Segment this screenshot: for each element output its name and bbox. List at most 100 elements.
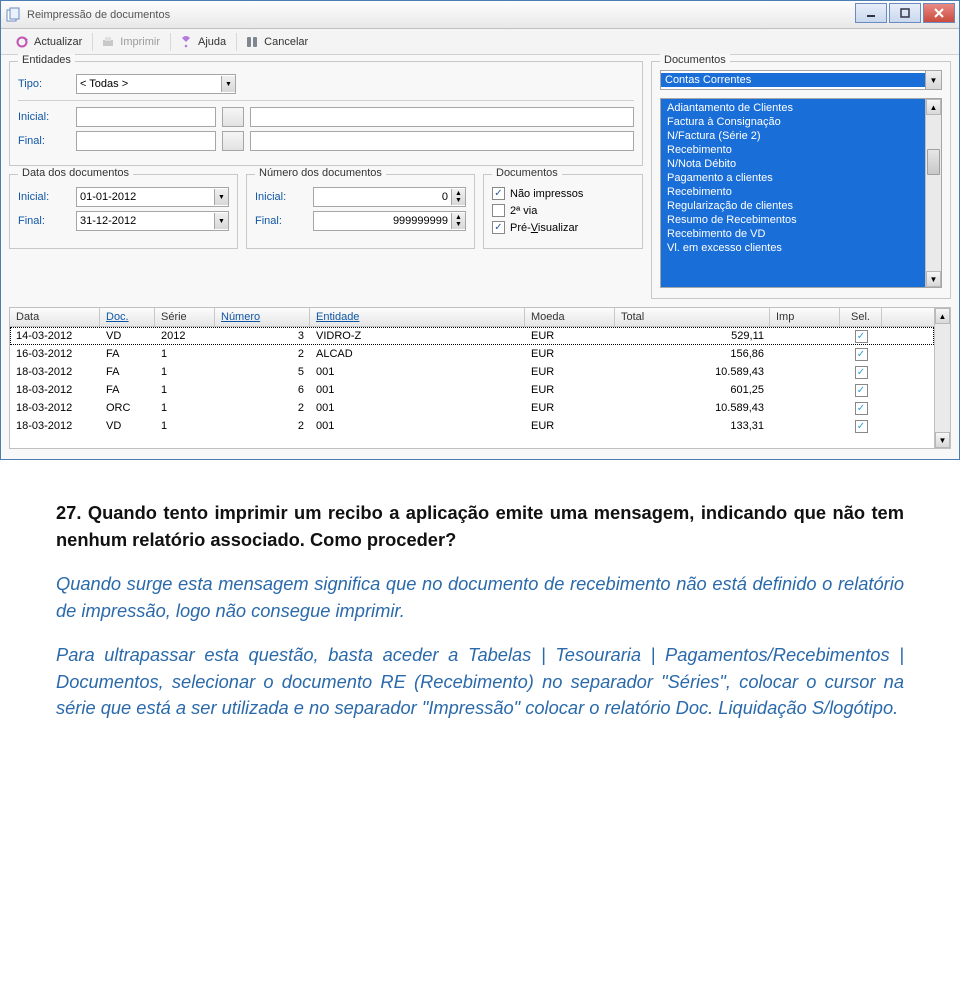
- tipo-combo[interactable]: < Todas > ▼: [76, 74, 236, 94]
- list-item[interactable]: Recebimento de VD: [661, 227, 925, 241]
- docs-opts-fieldset: Documentos ✓ Não impressos 2ª via ✓ Pré-…: [483, 174, 643, 249]
- checkbox-icon: ✓: [855, 384, 868, 397]
- article-text: 27. Quando tento imprimir um recibo a ap…: [0, 460, 960, 770]
- col-imp[interactable]: Imp: [770, 308, 840, 326]
- scroll-up-icon[interactable]: ▲: [935, 308, 950, 324]
- data-inicial-value: 01-01-2012: [80, 191, 136, 203]
- data-final-value: 31-12-2012: [80, 215, 136, 227]
- list-item[interactable]: Recebimento: [661, 185, 925, 199]
- scroll-up-icon[interactable]: ▲: [926, 99, 941, 115]
- window-title: Reimpressão de documentos: [27, 9, 170, 21]
- checkbox-icon: ✓: [492, 187, 505, 200]
- refresh-icon: [15, 35, 29, 49]
- col-data[interactable]: Data: [10, 308, 100, 326]
- refresh-label: Actualizar: [34, 36, 82, 48]
- checkbox-icon: ✓: [855, 330, 868, 343]
- documentos-legend: Documentos: [660, 54, 730, 66]
- refresh-button[interactable]: Actualizar: [7, 33, 90, 51]
- minimize-button[interactable]: [855, 3, 887, 23]
- spinner-arrows-icon: ▲▼: [451, 213, 465, 229]
- results-table: Data Doc. Série Número Entidade Moeda To…: [9, 307, 951, 449]
- printer-icon: [101, 35, 115, 49]
- list-item[interactable]: Recebimento: [661, 143, 925, 157]
- col-moeda[interactable]: Moeda: [525, 308, 615, 326]
- maximize-button[interactable]: [889, 3, 921, 23]
- scrollbar[interactable]: ▲ ▼: [925, 99, 941, 287]
- pre-visualizar-check[interactable]: ✓ Pré-Visualizar: [492, 221, 634, 234]
- data-inicial-input[interactable]: 01-01-2012 ▼: [76, 187, 229, 207]
- tipo-label: Tipo:: [18, 78, 70, 90]
- table-row[interactable]: 18-03-2012FA16001EUR601,25✓: [10, 381, 934, 399]
- num-final-spinner[interactable]: 999999999 ▲▼: [313, 211, 466, 231]
- titlebar: Reimpressão de documentos: [1, 1, 959, 29]
- segunda-via-check[interactable]: 2ª via: [492, 204, 634, 217]
- chevron-down-icon: ▼: [214, 213, 228, 229]
- list-item[interactable]: Pagamento a clientes: [661, 171, 925, 185]
- app-icon: [5, 7, 21, 23]
- entidades-fieldset: Entidades Tipo: < Todas > ▼ Inicial:: [9, 61, 643, 166]
- num-docs-fieldset: Número dos documentos Inicial: 0 ▲▼ Fina…: [246, 174, 475, 249]
- list-item[interactable]: Factura à Consignação: [661, 115, 925, 129]
- data-final-label: Final:: [18, 215, 70, 227]
- spinner-arrows-icon: ▲▼: [451, 189, 465, 205]
- help-label: Ajuda: [198, 36, 226, 48]
- col-total[interactable]: Total: [615, 308, 770, 326]
- inicial-desc-input[interactable]: [250, 107, 634, 127]
- table-scrollbar[interactable]: ▲ ▼: [934, 308, 950, 448]
- final-desc-input[interactable]: [250, 131, 634, 151]
- list-item[interactable]: Adiantamento de Clientes: [661, 101, 925, 115]
- num-inicial-spinner[interactable]: 0 ▲▼: [313, 187, 466, 207]
- answer-para-2: Para ultrapassar esta questão, basta ace…: [56, 642, 904, 722]
- list-item[interactable]: N/Factura (Série 2): [661, 129, 925, 143]
- scroll-down-icon[interactable]: ▼: [935, 432, 950, 448]
- data-final-input[interactable]: 31-12-2012 ▼: [76, 211, 229, 231]
- table-row[interactable]: 18-03-2012ORC12001EUR10.589,43✓: [10, 399, 934, 417]
- num-docs-legend: Número dos documentos: [255, 167, 386, 179]
- list-item[interactable]: N/Nota Débito: [661, 157, 925, 171]
- checkbox-icon: ✓: [855, 366, 868, 379]
- col-entidade[interactable]: Entidade: [310, 308, 525, 326]
- scroll-down-icon[interactable]: ▼: [926, 271, 941, 287]
- list-item[interactable]: Vl. em excesso clientes: [661, 241, 925, 255]
- inicial-label: Inicial:: [18, 111, 70, 123]
- pre-visualizar-label: Pré-Visualizar: [510, 222, 578, 234]
- col-numero[interactable]: Número: [215, 308, 310, 326]
- entidades-legend: Entidades: [18, 54, 75, 66]
- scroll-thumb[interactable]: [927, 149, 940, 175]
- table-header: Data Doc. Série Número Entidade Moeda To…: [10, 308, 934, 327]
- cancel-icon: [245, 35, 259, 49]
- documentos-listbox[interactable]: Adiantamento de ClientesFactura à Consig…: [660, 98, 942, 288]
- help-button[interactable]: Ajuda: [170, 33, 234, 51]
- col-serie[interactable]: Série: [155, 308, 215, 326]
- window-body: Entidades Tipo: < Todas > ▼ Inicial:: [1, 55, 959, 459]
- inicial-code-input[interactable]: [76, 107, 216, 127]
- segunda-via-label: 2ª via: [510, 205, 537, 217]
- data-inicial-label: Inicial:: [18, 191, 70, 203]
- tipo-value: < Todas >: [80, 78, 128, 90]
- chevron-down-icon: ▼: [925, 71, 941, 89]
- documentos-selected: Contas Correntes: [661, 73, 925, 87]
- final-code-input[interactable]: [76, 131, 216, 151]
- answer-para-1: Quando surge esta mensagem significa que…: [56, 571, 904, 624]
- table-row[interactable]: 18-03-2012VD12001EUR133,31✓: [10, 417, 934, 435]
- col-doc[interactable]: Doc.: [100, 308, 155, 326]
- table-row[interactable]: 14-03-2012VD20123VIDRO-ZEUR529,11✓: [10, 327, 934, 345]
- cancel-button[interactable]: Cancelar: [236, 33, 316, 51]
- final-lookup-button[interactable]: [222, 131, 244, 151]
- data-docs-fieldset: Data dos documentos Inicial: 01-01-2012 …: [9, 174, 238, 249]
- nao-impressos-label: Não impressos: [510, 188, 583, 200]
- nao-impressos-check[interactable]: ✓ Não impressos: [492, 187, 634, 200]
- documentos-combo[interactable]: Contas Correntes ▼: [660, 70, 942, 90]
- table-row[interactable]: 18-03-2012FA15001EUR10.589,43✓: [10, 363, 934, 381]
- toolbar: Actualizar Imprimir Ajuda Cancelar: [1, 29, 959, 55]
- list-item[interactable]: Regularização de clientes: [661, 199, 925, 213]
- close-button[interactable]: [923, 3, 955, 23]
- checkbox-icon: ✓: [492, 221, 505, 234]
- cancel-label: Cancelar: [264, 36, 308, 48]
- col-sel[interactable]: Sel.: [840, 308, 882, 326]
- table-row[interactable]: 16-03-2012FA12ALCADEUR156,86✓: [10, 345, 934, 363]
- list-item[interactable]: Resumo de Recebimentos: [661, 213, 925, 227]
- num-inicial-value: 0: [317, 191, 451, 203]
- checkbox-icon: ✓: [855, 420, 868, 433]
- inicial-lookup-button[interactable]: [222, 107, 244, 127]
